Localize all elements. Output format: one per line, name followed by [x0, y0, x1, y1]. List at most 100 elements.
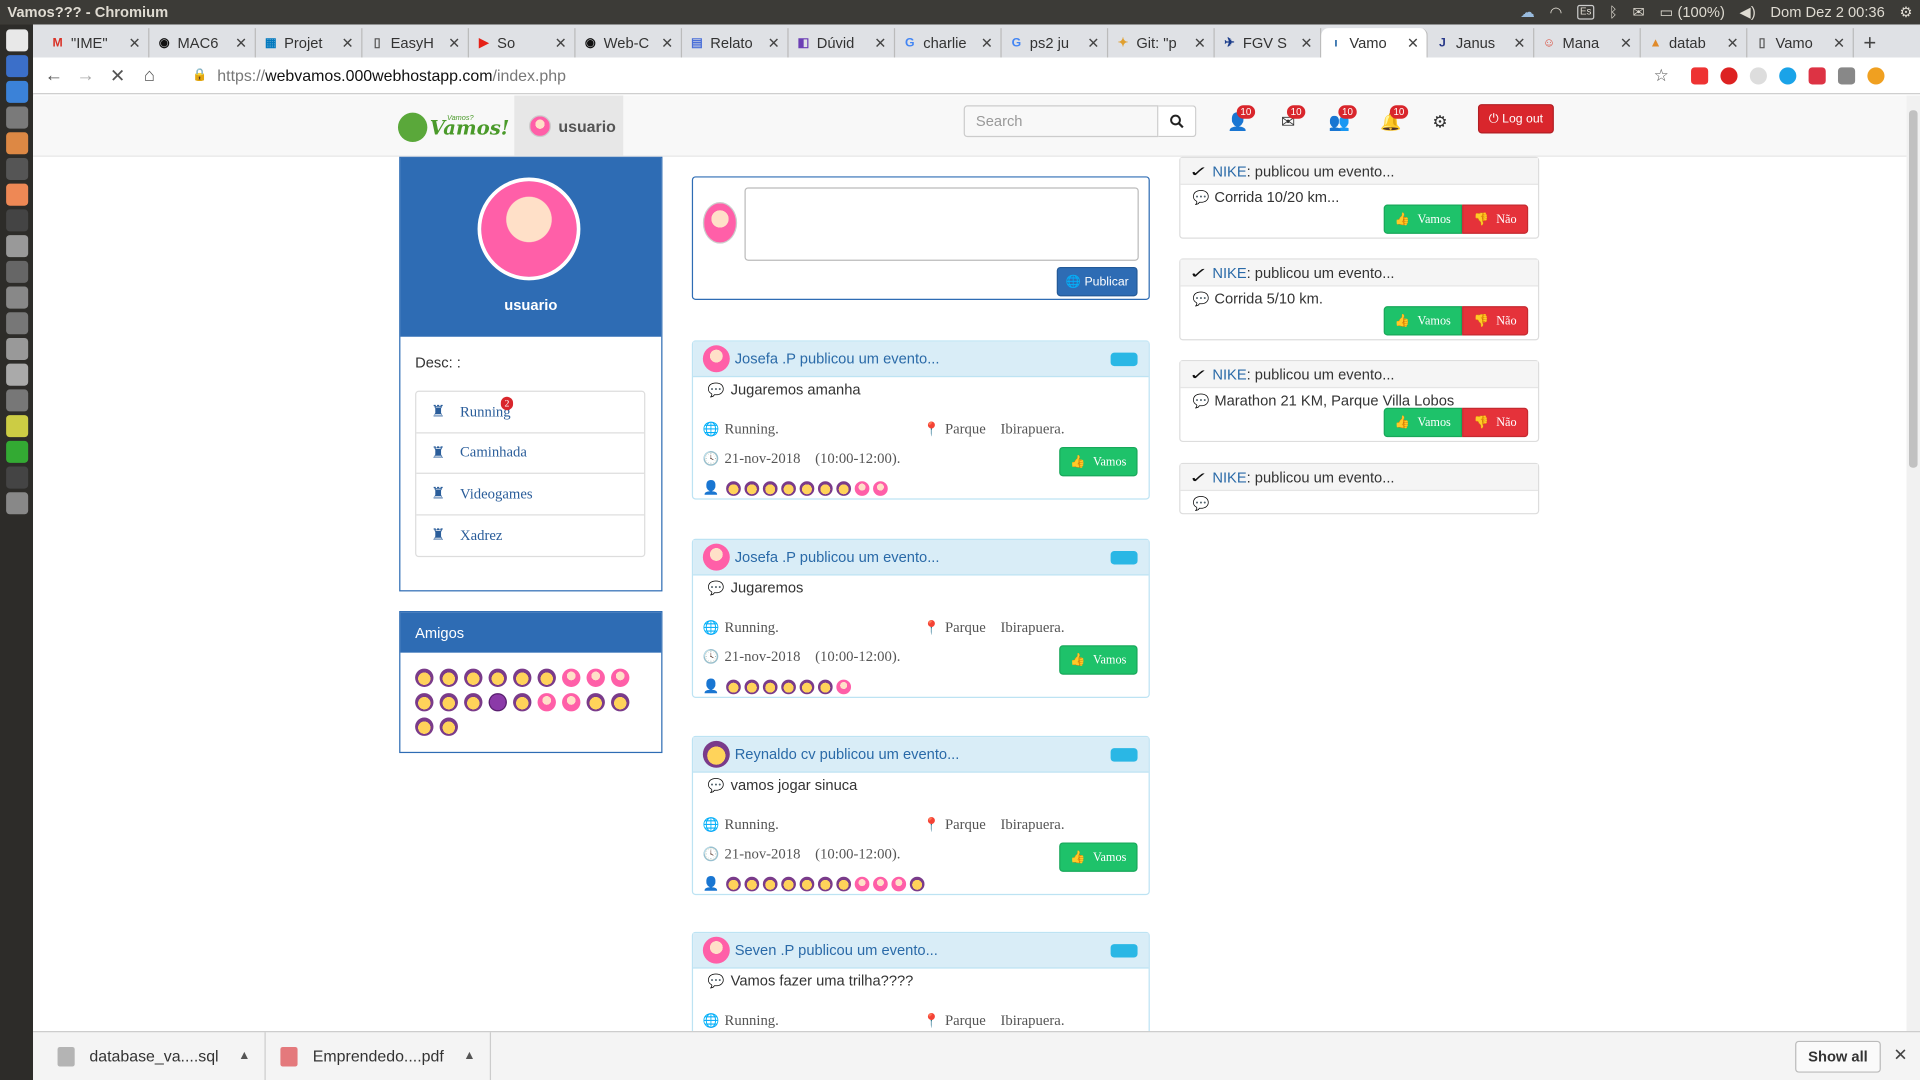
friend-avatar[interactable]: [537, 693, 556, 712]
chevron-up-icon[interactable]: ▲: [463, 1049, 475, 1062]
launcher-app-icon[interactable]: [5, 389, 28, 412]
sponsor-brand[interactable]: NIKE: [1212, 366, 1246, 383]
nao-button[interactable]: 👎 Não: [1462, 407, 1529, 438]
vamos-button[interactable]: 👍 Vamos: [1059, 446, 1138, 477]
attendee-avatar[interactable]: [854, 480, 870, 496]
attendee-avatar[interactable]: [725, 480, 741, 496]
extension-ghostery-icon[interactable]: [1749, 66, 1767, 84]
page-scrollbar[interactable]: [1906, 95, 1920, 1032]
post-author[interactable]: Reynaldo cv publicou um evento...: [735, 746, 960, 763]
close-icon[interactable]: ✕: [1893, 1044, 1907, 1065]
friend-avatar[interactable]: [562, 668, 581, 687]
friend-avatar[interactable]: [537, 668, 556, 687]
tab-close-icon[interactable]: ✕: [235, 34, 247, 51]
browser-tab[interactable]: J Janus ✕: [1428, 28, 1535, 58]
attendee-avatar[interactable]: [799, 678, 814, 694]
attendee-avatar[interactable]: [891, 876, 906, 891]
browser-tab[interactable]: ı Vamo ✕: [1321, 28, 1428, 58]
browser-tab[interactable]: ▯ Vamo ✕: [1747, 28, 1854, 58]
launcher-app-icon[interactable]: [5, 363, 28, 386]
friend-avatar[interactable]: [488, 668, 507, 687]
friend-avatar[interactable]: [611, 668, 630, 687]
tab-close-icon[interactable]: ✕: [1620, 34, 1632, 51]
friend-avatar[interactable]: [464, 668, 483, 687]
hobby-item[interactable]: ♜ Caminhada: [416, 433, 645, 474]
scrollbar-thumb[interactable]: [1908, 110, 1918, 468]
power-icon[interactable]: ⚙: [1899, 4, 1912, 21]
launcher-app-icon[interactable]: [5, 337, 28, 361]
bluetooth-icon[interactable]: ᛒ: [1609, 4, 1618, 21]
tab-close-icon[interactable]: ✕: [128, 34, 140, 51]
attendee-avatar[interactable]: [780, 480, 796, 496]
tab-close-icon[interactable]: ✕: [981, 34, 993, 51]
groups-button[interactable]: 👥 10: [1327, 105, 1357, 132]
nao-button[interactable]: 👎 Não: [1462, 306, 1529, 336]
attendee-avatar[interactable]: [725, 876, 741, 891]
launcher-app-icon[interactable]: [5, 235, 28, 258]
browser-tab[interactable]: ▯ EasyH ✕: [362, 28, 469, 58]
attendee-avatar[interactable]: [744, 480, 759, 496]
attendee-avatar[interactable]: [854, 876, 870, 891]
author-avatar[interactable]: [702, 543, 730, 571]
browser-tab[interactable]: ◉ MAC6 ✕: [149, 28, 256, 58]
forward-arrow-icon[interactable]: →: [70, 65, 102, 86]
launcher-app-icon[interactable]: [5, 106, 28, 129]
launcher-app-icon[interactable]: [5, 286, 28, 309]
search-input[interactable]: Search: [963, 105, 1159, 138]
friend-requests-button[interactable]: 👤 10: [1226, 105, 1255, 132]
friend-avatar[interactable]: [611, 693, 630, 712]
vamos-button[interactable]: 👍 Vamos: [1383, 306, 1463, 336]
browser-tab[interactable]: ▦ Projet ✕: [256, 28, 363, 58]
tab-close-icon[interactable]: ✕: [555, 34, 567, 51]
tab-close-icon[interactable]: ✕: [1513, 34, 1525, 51]
hobby-item[interactable]: ♜ Videogames: [416, 474, 645, 515]
attendee-avatar[interactable]: [744, 678, 759, 694]
friend-avatar[interactable]: [439, 717, 458, 736]
mail-icon[interactable]: ✉: [1632, 4, 1644, 21]
new-tab-button[interactable]: +: [1854, 28, 1886, 57]
post-tag-pill[interactable]: [1110, 748, 1138, 762]
friend-avatar[interactable]: [464, 693, 483, 712]
launcher-app-icon[interactable]: [5, 132, 28, 155]
battery-indicator[interactable]: ▭ (100%): [1659, 4, 1724, 21]
tab-close-icon[interactable]: ✕: [1407, 34, 1419, 51]
back-arrow-icon[interactable]: ←: [38, 65, 70, 86]
post-author[interactable]: Josefa .P publicou um evento...: [735, 350, 940, 367]
friend-avatar[interactable]: [513, 693, 532, 712]
attendee-avatar[interactable]: [762, 876, 778, 891]
launcher-app-icon[interactable]: [5, 492, 28, 515]
friend-avatar[interactable]: [513, 668, 532, 687]
tab-close-icon[interactable]: ✕: [661, 34, 673, 51]
attendee-avatar[interactable]: [835, 678, 851, 694]
launcher-app-icon[interactable]: [5, 260, 28, 283]
lock-icon[interactable]: 🔒: [192, 69, 207, 82]
launcher-app-icon[interactable]: [5, 415, 28, 438]
friend-avatar[interactable]: [415, 717, 434, 736]
vamos-button[interactable]: 👍 Vamos: [1059, 645, 1138, 675]
launcher-app-icon[interactable]: [5, 183, 28, 206]
launcher-app-icon[interactable]: [5, 29, 28, 52]
profile-avatar[interactable]: [477, 177, 581, 281]
browser-tab[interactable]: ▤ Relato ✕: [682, 28, 789, 58]
tab-close-icon[interactable]: ✕: [1726, 34, 1738, 51]
messages-button[interactable]: ✉ 10: [1276, 105, 1306, 132]
browser-tab[interactable]: ☺ Mana ✕: [1534, 28, 1641, 58]
friend-avatar[interactable]: [439, 693, 458, 712]
friend-avatar[interactable]: [415, 668, 434, 687]
attendee-avatar[interactable]: [872, 876, 888, 891]
cloud-icon[interactable]: ☁: [1520, 4, 1535, 21]
extension-calendar-icon[interactable]: [1691, 66, 1709, 84]
browser-tab[interactable]: ✈ FGV S ✕: [1215, 28, 1322, 58]
search-button[interactable]: [1158, 105, 1197, 138]
stop-loading-icon[interactable]: ✕: [102, 64, 134, 87]
sponsor-brand[interactable]: NIKE: [1212, 162, 1246, 179]
attendee-avatar[interactable]: [725, 678, 741, 694]
launcher-app-icon[interactable]: [5, 80, 28, 103]
show-all-downloads-button[interactable]: Show all: [1795, 1040, 1881, 1073]
extension-office-icon[interactable]: [1808, 66, 1826, 84]
settings-button[interactable]: ⚙: [1428, 110, 1452, 132]
clock[interactable]: Dom Dez 2 00:36: [1770, 4, 1884, 21]
browser-tab[interactable]: Gps2 ju ✕: [1002, 28, 1109, 58]
post-author[interactable]: Seven .P publicou um evento...: [735, 942, 938, 959]
attendee-avatar[interactable]: [780, 876, 796, 891]
